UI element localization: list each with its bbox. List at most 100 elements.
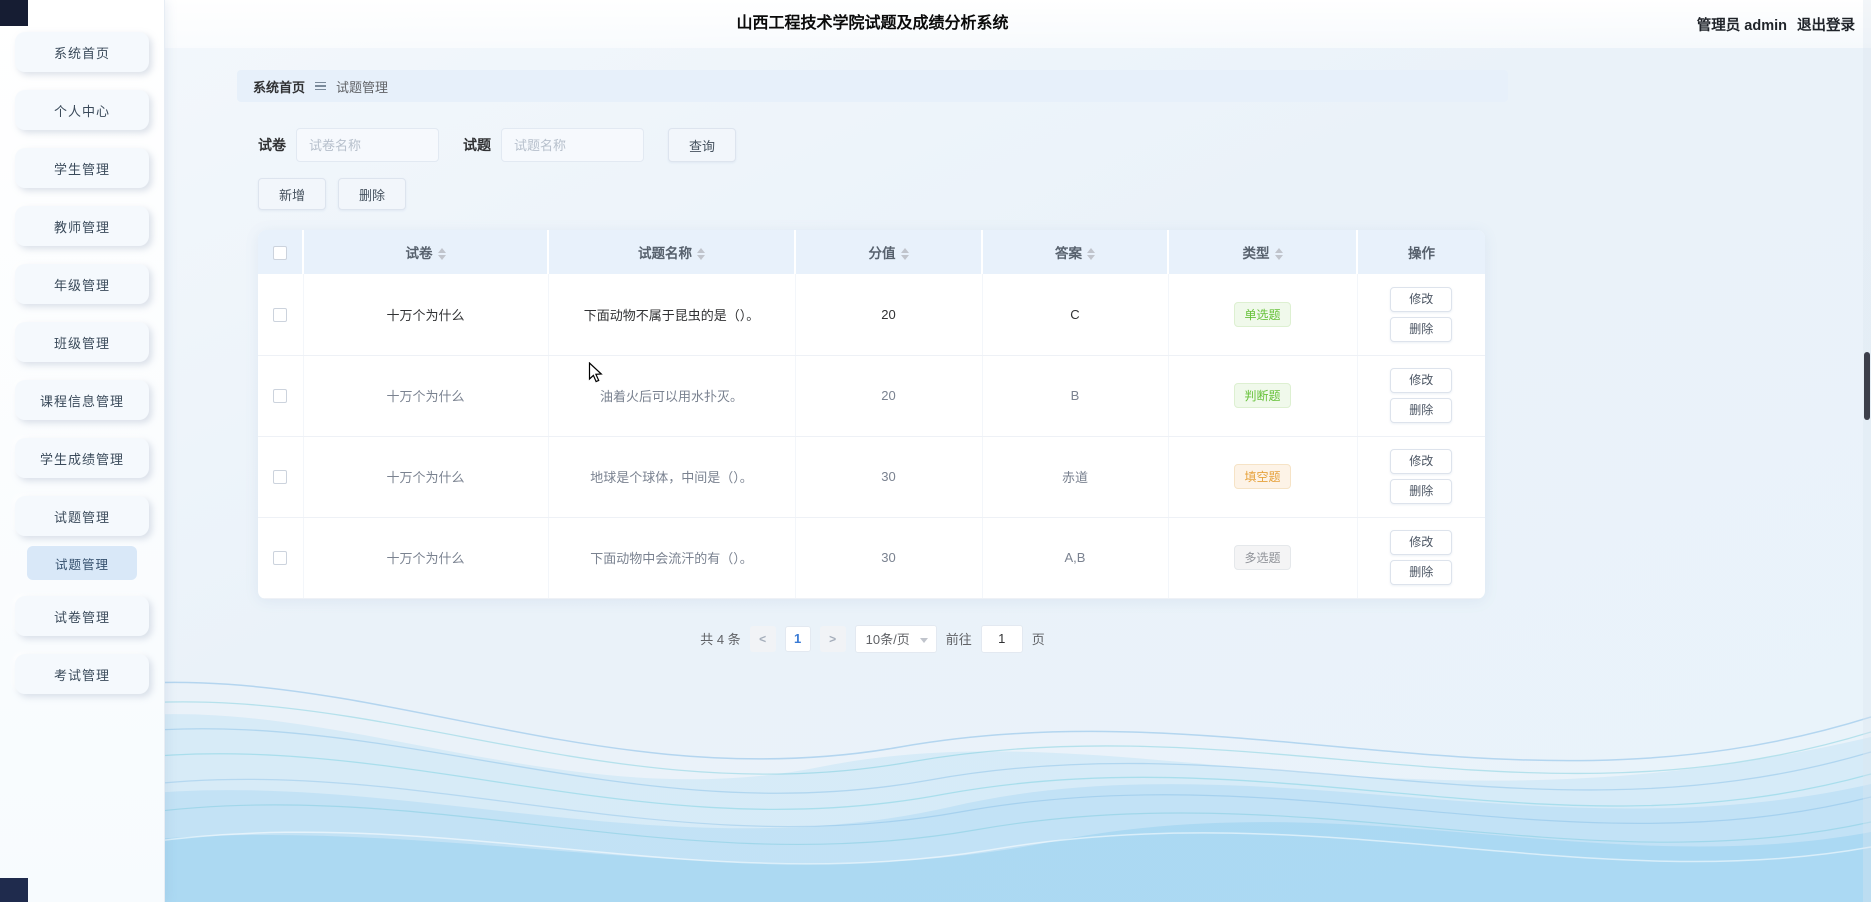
sidebar-item-system-home[interactable]: 系统首页: [15, 32, 149, 72]
row-delete-button[interactable]: 删除: [1390, 560, 1452, 585]
breadcrumb-current: 试题管理: [336, 77, 388, 96]
sort-icon[interactable]: [697, 248, 705, 260]
cell-score: 20: [795, 355, 982, 436]
sidebar-item-class-management[interactable]: 班级管理: [15, 322, 149, 362]
row-delete-button[interactable]: 删除: [1390, 479, 1452, 504]
column-header-type-label: 类型: [1243, 246, 1270, 261]
row-checkbox[interactable]: [273, 389, 287, 403]
cell-type: 判断题: [1168, 355, 1357, 436]
type-tag: 填空题: [1234, 464, 1290, 489]
page-size-select[interactable]: 10条/页: [855, 625, 937, 653]
logout-button[interactable]: 退出登录: [1797, 14, 1855, 35]
sidebar-item-question-management[interactable]: 试题管理: [15, 496, 149, 536]
delete-button[interactable]: 删除: [338, 178, 406, 210]
sidebar-submenu-question-management-active[interactable]: 试题管理: [27, 546, 137, 580]
goto-label: 前往: [946, 629, 972, 648]
cell-score: 30: [795, 436, 982, 517]
row-edit-button[interactable]: 修改: [1390, 449, 1452, 474]
page-size-value: 10条/页: [866, 629, 910, 648]
row-checkbox-cell: [258, 517, 303, 598]
sidebar-item-personal-center[interactable]: 个人中心: [15, 90, 149, 130]
cell-type: 填空题: [1168, 436, 1357, 517]
row-edit-button[interactable]: 修改: [1390, 287, 1452, 312]
sidebar-item-teacher-management[interactable]: 教师管理: [15, 206, 149, 246]
sort-icon[interactable]: [1087, 248, 1095, 260]
cell-operations: 修改 删除: [1357, 517, 1485, 598]
column-header-operations-label: 操作: [1408, 246, 1435, 261]
column-header-type: 类型: [1168, 230, 1357, 274]
select-all-checkbox[interactable]: [273, 246, 287, 260]
row-checkbox[interactable]: [273, 470, 287, 484]
scrollbar-track[interactable]: [1863, 0, 1871, 902]
sidebar-item-student-score-management[interactable]: 学生成绩管理: [15, 438, 149, 478]
row-delete-button[interactable]: 删除: [1390, 398, 1452, 423]
user-role-label: 管理员: [1697, 18, 1741, 34]
sidebar-item-grade-management[interactable]: 年级管理: [15, 264, 149, 304]
filter-form: 试卷 试题 查询: [258, 128, 1508, 162]
column-header-score: 分值: [795, 230, 982, 274]
window-corner-top: [0, 0, 28, 26]
row-edit-button[interactable]: 修改: [1390, 368, 1452, 393]
sort-icon[interactable]: [1275, 248, 1283, 260]
sidebar-item-course-info-management[interactable]: 课程信息管理: [15, 380, 149, 420]
row-delete-button[interactable]: 删除: [1390, 317, 1452, 342]
pagination: 共 4 条 < 1 > 10条/页 前往 页: [237, 625, 1508, 653]
cell-paper: 十万个为什么: [303, 436, 548, 517]
table-row: 十万个为什么 下面动物中会流汗的有（）。 30 A,B 多选题 修改 删除: [258, 517, 1485, 598]
cell-question: 油着火后可以用水扑灭。: [548, 355, 795, 436]
cell-answer: B: [982, 355, 1168, 436]
type-tag: 多选题: [1234, 545, 1290, 570]
breadcrumb: 系统首页 试题管理: [237, 70, 1508, 102]
cell-score: 20: [795, 274, 982, 355]
question-filter-label: 试题: [463, 135, 491, 155]
row-checkbox[interactable]: [273, 551, 287, 565]
sidebar-item-exam-management[interactable]: 考试管理: [15, 654, 149, 694]
cell-answer: 赤道: [982, 436, 1168, 517]
goto-page-input[interactable]: [981, 625, 1023, 653]
type-tag: 判断题: [1234, 383, 1290, 408]
goto-suffix: 页: [1032, 629, 1045, 648]
sidebar-item-paper-management[interactable]: 试卷管理: [15, 596, 149, 636]
row-checkbox-cell: [258, 355, 303, 436]
search-button[interactable]: 查询: [668, 128, 736, 162]
scrollbar-thumb[interactable]: [1864, 352, 1870, 420]
table-header-row: 试卷 试题名称 分值 答案 类型 操作: [258, 230, 1485, 274]
cell-type: 单选题: [1168, 274, 1357, 355]
cell-type: 多选题: [1168, 517, 1357, 598]
table-actions: 新增 删除: [258, 178, 1508, 210]
add-button[interactable]: 新增: [258, 178, 326, 210]
paper-filter-label: 试卷: [258, 135, 286, 155]
username: admin: [1744, 18, 1787, 34]
sort-icon[interactable]: [901, 248, 909, 260]
breadcrumb-home-link[interactable]: 系统首页: [253, 77, 305, 96]
sort-icon[interactable]: [438, 248, 446, 260]
pagination-total: 共 4 条: [700, 629, 740, 648]
cell-operations: 修改 删除: [1357, 274, 1485, 355]
user-role-and-name: 管理员 admin: [1697, 14, 1787, 35]
user-info: 管理员 admin 退出登录: [1697, 0, 1855, 48]
pagination-page-1[interactable]: 1: [785, 626, 811, 652]
questions-table: 试卷 试题名称 分值 答案 类型 操作 十万个为什么 下面动物不属于昆虫的是（）…: [258, 230, 1485, 599]
paper-filter-input[interactable]: [296, 128, 439, 162]
table-row: 十万个为什么 油着火后可以用水扑灭。 20 B 判断题 修改 删除: [258, 355, 1485, 436]
cell-question: 下面动物不属于昆虫的是（）。: [548, 274, 795, 355]
column-header-paper: 试卷: [303, 230, 548, 274]
pagination-prev-button[interactable]: <: [750, 626, 776, 652]
cell-question: 地球是个球体，中间是（）。: [548, 436, 795, 517]
question-filter-input[interactable]: [501, 128, 644, 162]
row-edit-button[interactable]: 修改: [1390, 530, 1452, 555]
cell-answer: C: [982, 274, 1168, 355]
main-content: 系统首页 试题管理 试卷 试题 查询 新增 删除 试卷 试题名称 分值: [237, 70, 1508, 653]
sidebar-item-student-management[interactable]: 学生管理: [15, 148, 149, 188]
questions-table-wrapper: 试卷 试题名称 分值 答案 类型 操作 十万个为什么 下面动物不属于昆虫的是（）…: [258, 230, 1485, 599]
cell-answer: A,B: [982, 517, 1168, 598]
pagination-next-button[interactable]: >: [820, 626, 846, 652]
cell-paper: 十万个为什么: [303, 517, 548, 598]
cell-paper: 十万个为什么: [303, 355, 548, 436]
column-header-operations: 操作: [1357, 230, 1485, 274]
row-checkbox[interactable]: [273, 308, 287, 322]
column-header-score-label: 分值: [869, 246, 896, 261]
column-header-answer-label: 答案: [1055, 246, 1082, 261]
page-title: 山西工程技术学院试题及成绩分析系统: [237, 0, 1508, 48]
breadcrumb-separator-icon: [315, 82, 326, 91]
